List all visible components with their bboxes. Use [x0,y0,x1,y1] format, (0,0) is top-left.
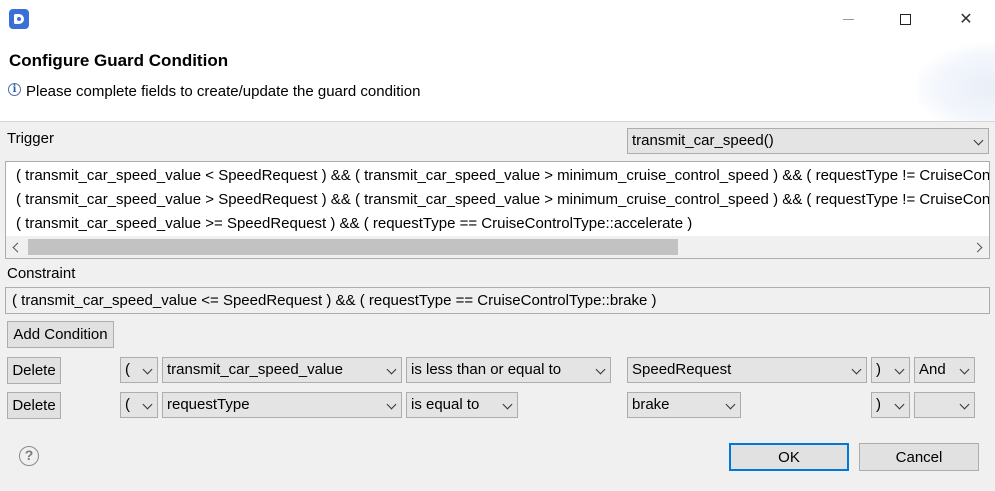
info-message: Please complete fields to create/update … [26,83,421,100]
chevron-down-icon [894,364,905,375]
scroll-right-button[interactable] [969,236,989,258]
operator-select[interactable]: is less than or equal to [406,357,611,383]
operator-select[interactable]: is equal to [406,392,518,418]
minimize-icon [842,18,854,20]
delete-condition-button[interactable]: Delete [7,392,61,419]
chevron-down-icon [142,399,153,410]
minimize-button[interactable] [825,0,871,38]
chevron-down-icon [142,364,153,375]
chevron-down-icon [386,399,397,410]
chevron-down-icon [959,364,970,375]
variable-select[interactable]: requestType [162,392,402,418]
trigger-condition-line[interactable]: ( transmit_car_speed_value > SpeedReques… [16,191,989,208]
trigger-select[interactable]: transmit_car_speed() [627,128,989,154]
value-value: SpeedRequest [632,361,732,378]
operator-value: is less than or equal to [411,361,562,378]
chevron-down-icon [725,399,736,410]
horizontal-scrollbar[interactable] [6,236,989,258]
maximize-icon [899,13,911,25]
value-value: brake [632,396,670,413]
chevron-down-icon [959,399,970,410]
variable-value: requestType [167,396,250,413]
scroll-left-button[interactable] [6,236,26,258]
value-select[interactable]: brake [627,392,741,418]
chevron-down-icon [894,399,905,410]
chevron-right-icon [972,242,983,252]
trigger-condition-list[interactable]: ( transmit_car_speed_value < SpeedReques… [5,161,990,259]
ok-button[interactable]: OK [729,443,849,471]
constraint-field: ( transmit_car_speed_value <= SpeedReque… [5,287,990,314]
value-select[interactable]: SpeedRequest [627,357,867,383]
logic-value: And [919,361,946,378]
info-icon: i [8,83,21,96]
close-button[interactable]: ✕ [943,0,989,38]
maximize-button[interactable] [882,0,928,38]
trigger-condition-line[interactable]: ( transmit_car_speed_value >= SpeedReque… [16,215,692,232]
add-condition-button[interactable]: Add Condition [7,321,114,348]
logic-select[interactable] [914,392,975,418]
cancel-button[interactable]: Cancel [859,443,979,471]
chevron-down-icon [851,364,862,375]
close-paren-select[interactable]: ) [871,392,910,418]
dialog-header: Configure Guard Condition i Please compl… [0,38,995,122]
title-bar: ✕ [0,0,995,38]
close-paren-select[interactable]: ) [871,357,910,383]
variable-select[interactable]: transmit_car_speed_value [162,357,402,383]
chevron-down-icon [386,364,397,375]
scrollbar-thumb[interactable] [28,239,678,255]
close-icon: ✕ [959,11,973,28]
open-paren-value: ( [125,396,130,413]
close-paren-value: ) [876,396,881,413]
help-icon[interactable]: ? [19,446,39,466]
logic-select[interactable]: And [914,357,975,383]
app-icon [9,9,29,29]
dialog-title: Configure Guard Condition [9,51,229,70]
open-paren-value: ( [125,361,130,378]
open-paren-select[interactable]: ( [120,392,158,418]
variable-value: transmit_car_speed_value [167,361,343,378]
chevron-down-icon [595,364,606,375]
chevron-down-icon [973,135,984,146]
delete-condition-button[interactable]: Delete [7,357,61,384]
trigger-select-value: transmit_car_speed() [632,132,774,149]
operator-value: is equal to [411,396,480,413]
chevron-down-icon [502,399,513,410]
chevron-left-icon [12,242,23,252]
open-paren-select[interactable]: ( [120,357,158,383]
trigger-label: Trigger [7,130,54,147]
header-decoration [915,43,995,121]
close-paren-value: ) [876,361,881,378]
trigger-condition-line[interactable]: ( transmit_car_speed_value < SpeedReques… [16,167,989,184]
constraint-label: Constraint [7,265,76,282]
